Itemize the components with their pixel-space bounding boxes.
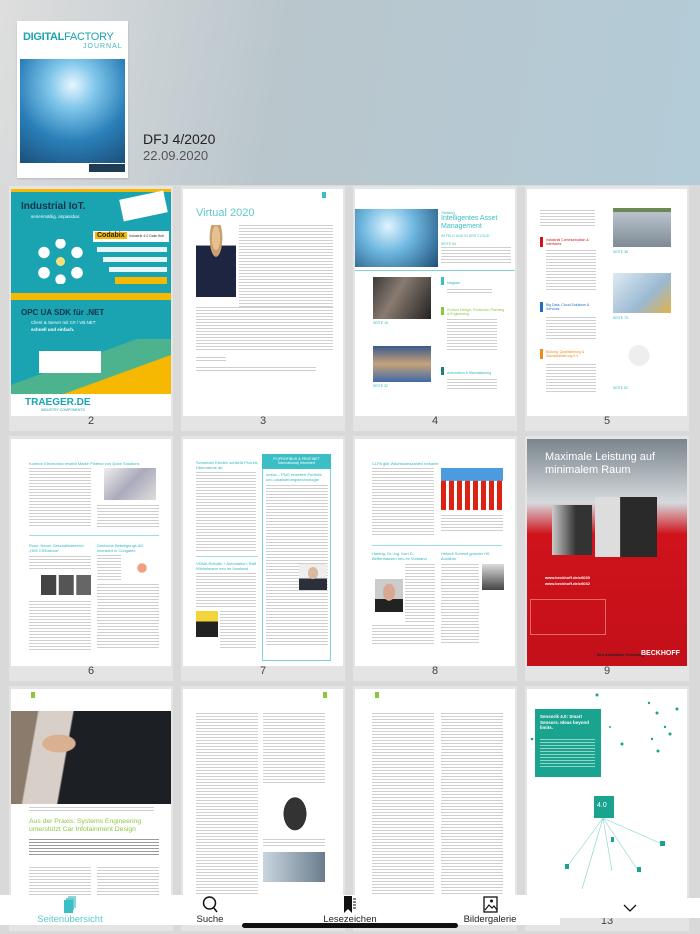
page-number: 8 xyxy=(431,665,439,677)
box-title: PI (PROFIBUS & PROFINET International) i… xyxy=(262,454,331,469)
bottom-toolbar: Seitenübersicht Suche Lesezeichen Bilder… xyxy=(0,895,560,925)
news-headline: Deutsche Beteiligungs AG investiert in C… xyxy=(97,543,144,553)
search-icon xyxy=(202,896,218,913)
page-thumbnail-2[interactable]: Industrial IoT. serienmäßig. anpassbar. … xyxy=(9,186,173,431)
page-image: Schneider Electric schließt ProLeit-Über… xyxy=(183,439,343,666)
cover-subtitle: JOURNAL xyxy=(83,43,123,50)
page-number: 9 xyxy=(603,665,611,677)
page-number: 2 xyxy=(87,415,95,427)
cover-title: DIGITALFACTORY xyxy=(23,31,114,43)
traeger-sub: INDUSTRY COMPONENTS xyxy=(41,408,85,412)
page-image xyxy=(183,689,343,916)
news-headline: Kontron Electronics erwirbt Marke Pixten… xyxy=(29,461,140,466)
article-title: Aus der Praxis: Systems Engineering unte… xyxy=(29,818,142,833)
page-ref: SEITE 32 xyxy=(373,384,388,388)
page-thumbnail-6[interactable]: Kontron Electronics erwirbt Marke Pixten… xyxy=(9,436,173,681)
section-title: Product Design, Production Planning & En… xyxy=(447,308,505,316)
ad-url: www.beckhoff.de/c6032 xyxy=(545,581,590,586)
issue-title: DFJ 4/2020 xyxy=(143,131,216,147)
page-number: 5 xyxy=(603,415,611,427)
chevron-down-icon xyxy=(623,904,637,912)
collapse-button[interactable] xyxy=(560,898,700,918)
beckhoff-logo: BECKHOFF xyxy=(641,650,680,657)
page-image: Virtual 2020 xyxy=(183,189,343,416)
gallery-icon xyxy=(482,896,498,913)
ad-tagline: New Automation Technology xyxy=(597,653,645,657)
page-ref: SEITE 70 xyxy=(613,316,628,320)
issue-header: DIGITALFACTORY JOURNAL DFJ 4/2020 22.09.… xyxy=(0,0,700,185)
codabix-sub: Industrie 4.0 Data Hub xyxy=(129,234,165,238)
ad-headline-2: OPC UA SDK für .NET xyxy=(21,308,105,317)
home-indicator[interactable] xyxy=(242,923,458,928)
tab-label: Seitenübersicht xyxy=(37,914,103,925)
page-image: Maximale Leistung auf minimalem Raum www… xyxy=(527,439,687,666)
cover-story-sub: IM FELD UND IN DER CLOUD xyxy=(441,234,490,238)
page-thumbnail-3[interactable]: Virtual 2020 3 xyxy=(181,186,345,431)
tab-lesezeichen[interactable]: Lesezeichen xyxy=(280,895,420,925)
page-ref: SEITE 38 xyxy=(613,250,628,254)
page-image: Industrial IoT. serienmäßig. anpassbar. … xyxy=(11,189,171,416)
pages-icon xyxy=(64,896,76,913)
page-image: Kontron Electronics erwirbt Marke Pixten… xyxy=(11,439,171,666)
traeger-logo: TRAEGER.DE xyxy=(25,397,91,408)
section-title: Magazin xyxy=(447,281,461,285)
section-title: Big Data, Cloud Solutions & Services xyxy=(546,303,590,311)
page-number: 6 xyxy=(87,665,95,677)
page-ref: SEITE 81 xyxy=(613,386,628,390)
tab-seitenuebersicht[interactable]: Seitenübersicht xyxy=(0,895,140,925)
section-title: Industrial Communication & Interfaces xyxy=(546,238,589,246)
cover-image xyxy=(20,59,125,163)
box-headline: omlox – PNO erweitert Portfolio um Lokal… xyxy=(266,472,323,482)
news-headline: VDMA Robotik + Automation: Ralf Winkelma… xyxy=(196,561,256,571)
page-number: 4 xyxy=(431,415,439,427)
ad-subline-2: Client & Server mit C# / VB.NET xyxy=(31,320,96,325)
ad-headline: Industrial IoT. xyxy=(21,201,86,212)
page-number: 7 xyxy=(259,665,267,677)
page-thumbnail-7[interactable]: Schneider Electric schließt ProLeit-Über… xyxy=(181,436,345,681)
page-thumbnail-4[interactable]: Titelstory Intelligentes Asset Managemen… xyxy=(353,186,517,431)
section-title: Bildung, Qualifizierung & Standardisieru… xyxy=(546,350,585,358)
issue-cover[interactable]: DIGITALFACTORY JOURNAL xyxy=(17,21,128,178)
page-thumbnail-5[interactable]: Industrial Communication & Interfaces Bi… xyxy=(525,186,689,431)
page-image xyxy=(355,689,515,916)
tab-suche[interactable]: Suche xyxy=(140,895,280,925)
page-number: 3 xyxy=(259,415,267,427)
page-image: Sensorik 4.0: Smart Sensors. Ideas beyon… xyxy=(527,689,687,916)
tab-bildergalerie[interactable]: Bildergalerie xyxy=(420,895,560,925)
ad-url: www.beckhoff.de/c6030 xyxy=(545,575,590,580)
article-title: Virtual 2020 xyxy=(196,207,255,219)
page-image: Titelstory Intelligentes Asset Managemen… xyxy=(355,189,515,416)
ad-subline-3: schnell und einfach. xyxy=(31,327,75,332)
cover-badge xyxy=(89,164,125,172)
news-headline: CLPA gibt Wachstumszahlen bekannt xyxy=(372,461,439,466)
news-headline: Harting: Dr.-Ing. Kurt D. Bettenhausen n… xyxy=(372,551,427,561)
page-thumbnail-9[interactable]: Maximale Leistung auf minimalem Raum www… xyxy=(525,436,689,681)
page-ref: SEITE 10 xyxy=(373,321,388,325)
page-image: Aus der Praxis: Systems Engineering unte… xyxy=(11,689,171,916)
issue-date: 22.09.2020 xyxy=(143,148,209,163)
section-title: Automation & Manufacturing xyxy=(447,371,492,375)
bookmark-icon xyxy=(344,896,356,913)
news-headline: Schneider Electric schließt ProLeit-Über… xyxy=(196,460,259,470)
cover-story-title: Intelligentes Asset Management xyxy=(441,215,498,230)
page-image: Industrial Communication & Interfaces Bi… xyxy=(527,189,687,416)
ad-subline: serienmäßig. anpassbar. xyxy=(31,214,81,219)
codabix-logo: Codabix xyxy=(95,232,127,239)
network-graphic xyxy=(530,693,679,890)
news-headline: Helmut Schmid gründet HS Auxilium xyxy=(441,551,490,561)
ad-headline: Maximale Leistung auf minimalem Raum xyxy=(545,451,656,476)
news-headline: Rose: Neuer Geschäftsbereich „HMI CREati… xyxy=(29,543,84,553)
page-image: CLPA gibt Wachstumszahlen bekannt Hartin… xyxy=(355,439,515,666)
page-thumbnail-8[interactable]: CLPA gibt Wachstumszahlen bekannt Hartin… xyxy=(353,436,517,681)
